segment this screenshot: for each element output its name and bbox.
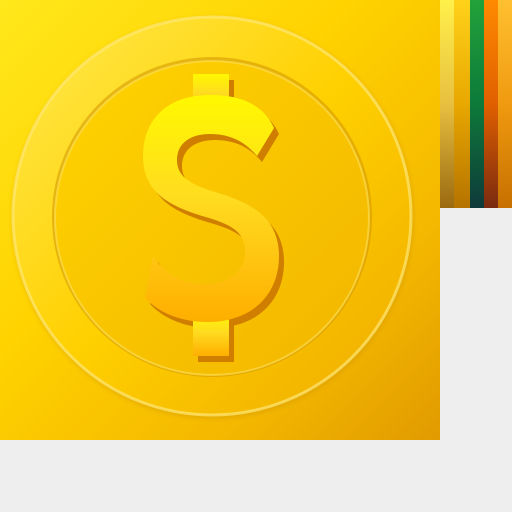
swatch-pale-yellow — [440, 0, 454, 208]
coin-tile — [0, 0, 440, 440]
dollar-coin-icon — [11, 15, 414, 419]
swatch-amber — [498, 0, 512, 208]
color-swatch-strip — [440, 0, 512, 208]
swatch-green — [470, 0, 484, 208]
icon-canvas — [0, 0, 512, 512]
swatch-gold — [454, 0, 470, 208]
swatch-orange — [484, 0, 498, 208]
